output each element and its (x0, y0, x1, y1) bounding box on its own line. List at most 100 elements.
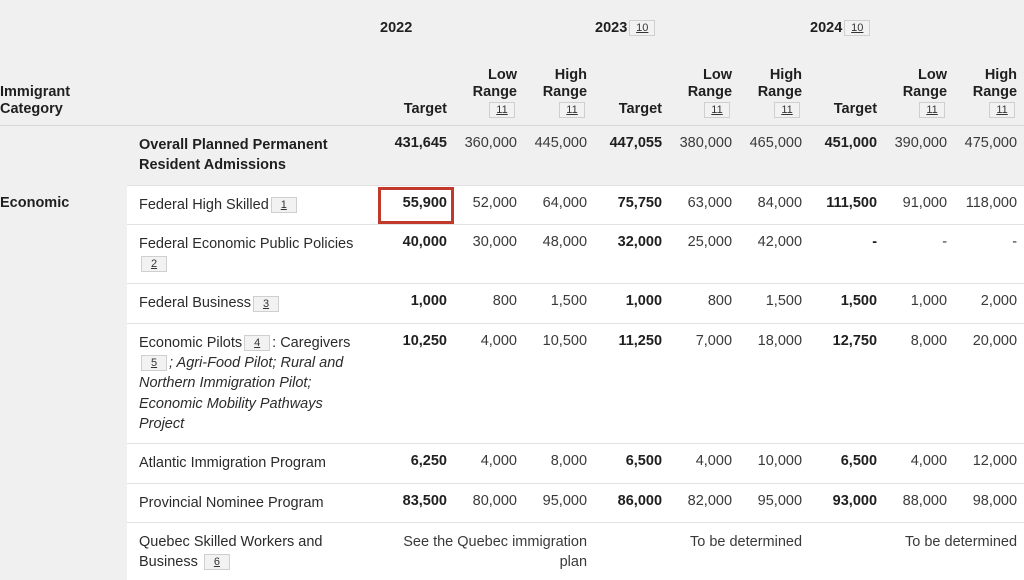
footnote-ref-4[interactable]: 4 (244, 334, 271, 351)
row-label-federal-high-skilled: Federal High Skilled 1 (127, 185, 380, 225)
cell-pnp-high-2023: 95,000 (740, 483, 811, 523)
cell-fepp-high-2022: 48,000 (525, 224, 596, 285)
footnote-ref-11-low-2024[interactable]: 11 (919, 101, 946, 118)
cell-pnp-low-2024: 88,000 (885, 483, 956, 523)
cell-overall-target-2023: 447,055 (595, 125, 671, 186)
cell-overall-low-2023: 380,000 (670, 125, 741, 186)
table-row-federal-business: Federal Business 3 1,000 800 1,500 1,000 … (0, 283, 1024, 324)
cell-pnp-high-2022: 95,000 (525, 483, 596, 523)
cell-fhs-low-2024: 91,000 (885, 185, 956, 225)
table-row-economic-pilots: Economic Pilots 4: Caregivers5; Agri-Food… (0, 323, 1024, 445)
cell-pnp-low-2023: 82,000 (670, 483, 741, 523)
row-label-quebec-skilled-workers-and-business: Quebec Skilled Workers and Business 6 (127, 522, 380, 580)
immigration-levels-plan-table: 2022 2023 10 2024 10 Immigrant Category Ta… (0, 0, 1024, 580)
year-label-2022: 2022 (380, 20, 413, 36)
footnote-ref-10-2023[interactable]: 10 (629, 20, 656, 36)
cell-pnp-low-2022: 80,000 (455, 483, 525, 523)
high-range-label-2024: High Range (972, 66, 1018, 100)
cell-aip-target-2023: 6,500 (595, 443, 671, 484)
row-label-atlantic-immigration-program: Atlantic Immigration Program (127, 443, 380, 484)
header-low-range-2024: Low Range 11 (885, 42, 956, 126)
table-row-atlantic-immigration-program: Atlantic Immigration Program 6,250 4,000… (0, 443, 1024, 484)
footnote-ref-2[interactable]: 2 (141, 256, 167, 273)
row-label-provincial-nominee-program: Provincial Nominee Program (127, 483, 380, 523)
year-label-2024: 2024 (810, 19, 843, 36)
cell-fepp-low-2024: - (885, 224, 956, 285)
header-category-spacer (127, 42, 380, 126)
header-low-range-2023: Low Range 11 (670, 42, 741, 126)
cell-pnp-target-2022: 83,500 (380, 483, 455, 523)
row-label-economic-pilots: Economic Pilots 4: Caregivers5; Agri-Food… (127, 323, 380, 445)
cell-fb-high-2022: 1,500 (525, 283, 596, 324)
cell-aip-target-2022: 6,250 (380, 443, 455, 484)
subheader-row: Immigrant Category Target Low Range 11 H… (0, 42, 1024, 126)
cell-overall-low-2024: 390,000 (885, 125, 956, 186)
cell-pnp-target-2023: 86,000 (595, 483, 671, 523)
header-immigrant-category: Immigrant Category (0, 42, 127, 126)
cell-fepp-high-2023: 42,000 (740, 224, 811, 285)
table-row-federal-economic-public-policies: Federal Economic Public Policies 2 40,00… (0, 224, 1024, 285)
row-label-federal-economic-public-policies: Federal Economic Public Policies 2 (127, 224, 380, 285)
cell-aip-high-2023: 10,000 (740, 443, 811, 484)
cell-aip-high-2022: 8,000 (525, 443, 596, 484)
cell-fb-high-2023: 1,500 (740, 283, 811, 324)
cell-pnp-high-2024: 98,000 (955, 483, 1024, 523)
cell-overall-target-2024: 451,000 (810, 125, 886, 186)
cell-quebec-note-2022: See the Quebec immigration plan (380, 522, 596, 580)
table-header: 2022 2023 10 2024 10 Immigrant Category Ta… (0, 0, 1024, 126)
footnote-ref-11-high-2023[interactable]: 11 (774, 101, 801, 118)
cell-ep-low-2023: 7,000 (670, 323, 741, 445)
footnote-ref-1[interactable]: 1 (270, 196, 297, 213)
cell-overall-target-2022: 431,645 (380, 125, 455, 186)
cell-quebec-note-2023: To be determined (595, 522, 811, 580)
table-row-quebec-skilled-workers-and-business: Quebec Skilled Workers and Business 6 Se… (0, 522, 1024, 580)
cell-fhs-target-2023: 75,750 (595, 185, 671, 225)
cell-aip-low-2022: 4,000 (455, 443, 525, 484)
cell-overall-low-2022: 360,000 (455, 125, 525, 186)
cell-fhs-target-2024: 111,500 (810, 185, 886, 225)
cell-aip-low-2023: 4,000 (670, 443, 741, 484)
high-range-label-2022: High Range (542, 66, 588, 100)
table-row-provincial-nominee-program: Provincial Nominee Program 83,500 80,000… (0, 483, 1024, 523)
cell-ep-target-2022: 10,250 (380, 323, 455, 445)
cell-fb-target-2022: 1,000 (380, 283, 455, 324)
table-row-federal-high-skilled: Economic Federal High Skilled 1 55,900 52… (0, 185, 1024, 580)
low-range-label-2023: Low Range (687, 66, 733, 100)
cell-ep-low-2022: 4,000 (455, 323, 525, 445)
cell-fhs-low-2023: 63,000 (670, 185, 741, 225)
cell-aip-low-2024: 4,000 (885, 443, 956, 484)
year-label-2023: 2023 (595, 19, 628, 36)
cell-fepp-low-2023: 25,000 (670, 224, 741, 285)
cell-fb-target-2023: 1,000 (595, 283, 671, 324)
header-high-range-2022: High Range 11 (525, 42, 596, 126)
footnote-ref-10-2024[interactable]: 10 (844, 20, 871, 36)
cell-quebec-note-2024: To be determined (810, 522, 1024, 580)
cell-ep-low-2024: 8,000 (885, 323, 956, 445)
year-header-spacer-category (127, 0, 380, 42)
economic-pilots-mid-text: : Caregivers (272, 334, 351, 351)
header-low-range-2022: Low Range 11 (455, 42, 525, 126)
cell-fepp-high-2024: - (955, 224, 1024, 285)
cell-fb-low-2023: 800 (670, 283, 741, 324)
footnote-ref-11-high-2024[interactable]: 11 (989, 101, 1016, 118)
header-target-2023: Target (595, 42, 671, 126)
cell-aip-target-2024: 6,500 (810, 443, 886, 484)
cell-overall-high-2024: 475,000 (955, 125, 1024, 186)
cell-ep-high-2023: 18,000 (740, 323, 811, 445)
table-body: Overall Planned Permanent Resident Admis… (0, 125, 1024, 580)
low-range-label-2024: Low Range (902, 66, 948, 100)
cell-ep-high-2022: 10,500 (525, 323, 596, 445)
header-high-range-2024: High Range 11 (955, 42, 1024, 126)
low-range-label-2022: Low Range (472, 66, 517, 100)
cell-aip-high-2024: 12,000 (955, 443, 1024, 484)
footnote-ref-3[interactable]: 3 (253, 295, 280, 312)
footnote-ref-11-low-2022[interactable]: 11 (489, 101, 515, 118)
footnote-ref-5[interactable]: 5 (141, 355, 167, 372)
footnote-ref-6[interactable]: 6 (203, 554, 230, 571)
footnote-ref-11-low-2023[interactable]: 11 (704, 101, 731, 118)
cell-fhs-high-2024: 118,000 (955, 185, 1024, 225)
footnote-ref-11-high-2022[interactable]: 11 (559, 101, 586, 118)
economic-pilots-italic-text: ; Agri-Food Pilot; Rural and Northern Im… (139, 355, 344, 432)
cell-ep-target-2024: 12,750 (810, 323, 886, 445)
group-spacer-overall (0, 125, 127, 186)
